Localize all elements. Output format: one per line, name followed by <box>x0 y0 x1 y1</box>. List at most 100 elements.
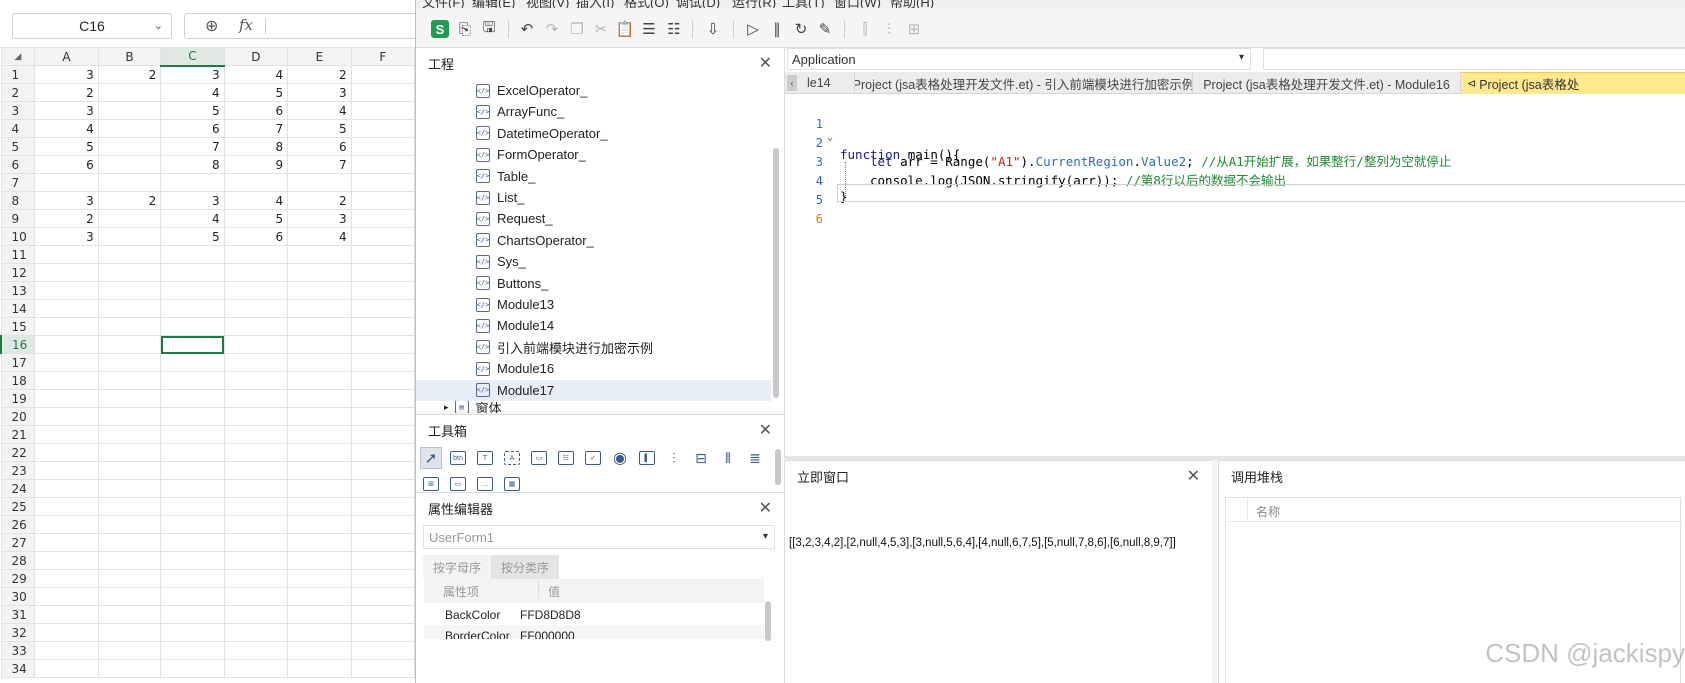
cell[interactable]: 2 <box>34 83 99 102</box>
scrollbar-tool-icon[interactable]: ⊟ <box>690 447 712 469</box>
row-header[interactable]: 24 <box>0 479 36 498</box>
cell[interactable] <box>160 425 225 444</box>
property-value[interactable]: FFD8D8D8 <box>520 608 581 622</box>
menu-tools[interactable]: 工具(T) <box>782 0 825 8</box>
cell[interactable] <box>97 371 162 390</box>
cell[interactable]: 7 <box>287 155 352 174</box>
cell[interactable] <box>350 479 415 498</box>
close-icon[interactable]: ✕ <box>759 53 772 73</box>
cell[interactable]: 2 <box>287 65 352 84</box>
cell[interactable] <box>287 299 352 318</box>
cell[interactable] <box>97 587 162 606</box>
cell[interactable] <box>223 245 289 264</box>
cell[interactable] <box>223 623 289 642</box>
distribute-icon[interactable]: ⊞ <box>903 18 925 40</box>
row-header[interactable]: 22 <box>0 443 36 462</box>
cell[interactable] <box>223 479 289 498</box>
copy-icon[interactable]: ❐ <box>566 18 588 40</box>
column-header-f[interactable]: F <box>350 47 415 66</box>
cell[interactable] <box>350 317 415 336</box>
cell[interactable] <box>97 299 162 318</box>
cell[interactable] <box>287 623 352 642</box>
cell[interactable] <box>160 587 225 606</box>
cell[interactable] <box>160 173 225 192</box>
menu-insert[interactable]: 插入(I) <box>576 0 614 8</box>
cell[interactable] <box>160 317 225 336</box>
cell[interactable] <box>223 533 289 552</box>
column-header-e[interactable]: E <box>287 47 352 66</box>
cell[interactable] <box>97 263 162 282</box>
tree-item-module[interactable]: </> Request_ <box>476 208 553 229</box>
row-header[interactable]: 21 <box>0 425 36 444</box>
cell[interactable]: 4 <box>287 227 352 246</box>
cell[interactable] <box>287 443 352 462</box>
cell[interactable] <box>97 389 162 408</box>
cell[interactable] <box>223 281 289 300</box>
row-header[interactable]: 26 <box>0 515 36 534</box>
cell[interactable] <box>223 299 289 318</box>
chevron-right-icon[interactable]: ▸ <box>444 402 449 413</box>
cell[interactable] <box>287 317 352 336</box>
cell[interactable] <box>34 461 99 480</box>
row-header[interactable]: 20 <box>0 407 36 426</box>
cell[interactable] <box>97 407 162 426</box>
tree-item-module[interactable]: </> 引入前端模块进行加密示例 <box>476 337 653 358</box>
cell[interactable] <box>350 551 415 570</box>
cell[interactable]: 9 <box>223 155 289 174</box>
menu-help[interactable]: 帮助(H) <box>890 0 934 8</box>
cell[interactable]: 5 <box>34 137 99 156</box>
tab-categorized[interactable]: 按分类序 <box>491 555 559 579</box>
indent-icon[interactable]: ☰ <box>638 18 660 40</box>
cell[interactable] <box>34 353 99 372</box>
cell[interactable] <box>97 569 162 588</box>
cell[interactable] <box>97 425 162 444</box>
chevron-down-icon[interactable]: ▾ <box>763 531 768 542</box>
tree-item-module[interactable]: </> ArrayFunc_ <box>476 101 564 122</box>
property-row[interactable]: BackColor FFD8D8D8 <box>424 603 764 627</box>
tab-module16[interactable]: Project (jsa表格处理开发文件.et) - Module16 <box>1193 72 1461 94</box>
cell[interactable] <box>97 497 162 516</box>
row-header[interactable]: 5 <box>0 137 36 156</box>
tab-module17[interactable]: ⊲ Project (jsa表格处 <box>1461 72 1685 94</box>
toolbox-scrollbar[interactable] <box>775 449 781 485</box>
cell[interactable] <box>97 515 162 534</box>
design-mode-icon[interactable]: ✎ <box>814 18 836 40</box>
cell[interactable] <box>160 353 225 372</box>
cell[interactable] <box>34 641 99 660</box>
cell[interactable] <box>160 443 225 462</box>
cell[interactable] <box>350 407 415 426</box>
cell[interactable] <box>97 119 162 138</box>
menu-format[interactable]: 格式(O) <box>624 0 669 8</box>
cell[interactable]: 2 <box>97 65 162 84</box>
menu-run[interactable]: 运行(R) <box>732 0 776 8</box>
row-header[interactable]: 17 <box>0 353 36 372</box>
row-header[interactable]: 15 <box>0 317 36 336</box>
undo-icon[interactable]: ↶ <box>516 18 538 40</box>
row-header[interactable]: 34 <box>0 659 36 678</box>
cell[interactable] <box>223 371 289 390</box>
cell[interactable] <box>350 461 415 480</box>
cell[interactable] <box>97 551 162 570</box>
menu-edit[interactable]: 编辑(E) <box>472 0 515 8</box>
project-scrollbar[interactable] <box>773 148 779 398</box>
cell[interactable] <box>34 587 99 606</box>
cell[interactable] <box>97 335 162 354</box>
row-header[interactable]: 19 <box>0 389 36 408</box>
cell[interactable] <box>223 515 289 534</box>
save-icon[interactable]: 🖫 <box>478 18 500 40</box>
cell[interactable] <box>350 569 415 588</box>
cell[interactable] <box>34 263 99 282</box>
cell[interactable] <box>223 317 289 336</box>
cell[interactable] <box>34 245 99 264</box>
cell[interactable] <box>223 461 289 480</box>
cell[interactable] <box>97 533 162 552</box>
cell[interactable]: 5 <box>287 119 352 138</box>
cell[interactable] <box>223 659 289 678</box>
row-header[interactable]: 9 <box>0 209 36 228</box>
cell[interactable] <box>350 641 415 660</box>
cell[interactable] <box>223 443 289 462</box>
cell[interactable]: 3 <box>34 227 99 246</box>
cell[interactable]: 4 <box>34 119 99 138</box>
cell[interactable] <box>97 281 162 300</box>
row-header[interactable]: 6 <box>0 155 36 174</box>
